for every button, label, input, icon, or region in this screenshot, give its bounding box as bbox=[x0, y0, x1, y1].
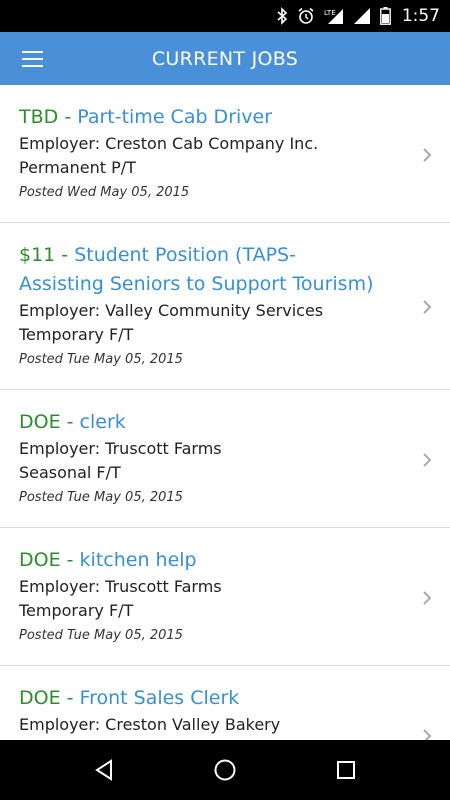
job-list-item[interactable]: DOE - Front Sales Clerk Employer: Cresto… bbox=[0, 666, 450, 740]
chevron-right-icon bbox=[423, 729, 432, 740]
job-separator: - bbox=[58, 106, 78, 128]
job-posted-date: Posted Tue May 05, 2015 bbox=[19, 490, 183, 505]
job-employer: Employer: Valley Community Services bbox=[19, 301, 324, 320]
job-employer: Employer: Truscott Farms bbox=[19, 577, 222, 596]
hamburger-icon-line bbox=[22, 51, 43, 53]
chevron-right-icon bbox=[423, 453, 432, 467]
lte-signal-icon: LTE bbox=[324, 7, 344, 25]
job-pay: DOE bbox=[19, 411, 61, 433]
job-pay: DOE bbox=[19, 687, 61, 709]
signal-icon bbox=[353, 7, 371, 25]
job-employer: Employer: Creston Valley Bakery bbox=[19, 715, 281, 734]
app-bar: CURRENT JOBS bbox=[0, 32, 450, 85]
status-bar: LTE 1:57 bbox=[0, 0, 450, 32]
job-title-text: kitchen help bbox=[79, 549, 197, 571]
job-list: TBD - Part-time Cab Driver Employer: Cre… bbox=[0, 85, 450, 740]
chevron-right-icon bbox=[423, 148, 432, 162]
job-type: Temporary F/T bbox=[19, 601, 134, 620]
job-title-text: Part-time Cab Driver bbox=[77, 106, 273, 128]
job-title: TBD - Part-time Cab Driver bbox=[19, 103, 400, 132]
hamburger-icon-line bbox=[22, 65, 43, 67]
job-list-item[interactable]: TBD - Part-time Cab Driver Employer: Cre… bbox=[0, 85, 450, 223]
battery-icon bbox=[379, 7, 391, 25]
job-employer: Employer: Creston Cab Company Inc. bbox=[19, 134, 319, 153]
job-title: DOE - clerk bbox=[19, 408, 400, 437]
job-title-text: Front Sales Clerk bbox=[79, 687, 240, 709]
recents-button[interactable] bbox=[316, 740, 376, 800]
job-title: DOE - kitchen help bbox=[19, 546, 400, 575]
chevron-right-icon bbox=[423, 300, 432, 314]
job-separator: - bbox=[60, 687, 80, 709]
job-separator: - bbox=[60, 549, 80, 571]
recents-icon bbox=[336, 761, 355, 779]
home-icon bbox=[214, 759, 236, 781]
job-title-text-line2: Assisting Seniors to Support Tourism) bbox=[19, 273, 374, 295]
status-time: 1:57 bbox=[401, 6, 440, 26]
bluetooth-icon bbox=[276, 7, 288, 25]
job-title-text: clerk bbox=[79, 411, 126, 433]
back-button[interactable] bbox=[74, 740, 134, 800]
lte-label: LTE bbox=[324, 9, 336, 17]
hamburger-icon-line bbox=[22, 58, 43, 60]
job-list-item[interactable]: $11 - Student Position (TAPS- Assisting S… bbox=[0, 223, 450, 390]
system-nav-bar bbox=[0, 740, 450, 800]
job-list-item[interactable]: DOE - kitchen help Employer: Truscott Fa… bbox=[0, 528, 450, 666]
job-separator: - bbox=[55, 244, 75, 266]
home-button[interactable] bbox=[195, 740, 255, 800]
job-title: DOE - Front Sales Clerk bbox=[19, 684, 400, 713]
chevron-right-icon bbox=[423, 591, 432, 605]
job-posted-date: Posted Tue May 05, 2015 bbox=[19, 352, 183, 367]
job-title: $11 - Student Position (TAPS- Assisting S… bbox=[19, 241, 400, 299]
job-posted-date: Posted Wed May 05, 2015 bbox=[19, 185, 190, 200]
menu-button[interactable] bbox=[22, 46, 52, 72]
job-employer: Employer: Truscott Farms bbox=[19, 439, 222, 458]
alarm-icon bbox=[297, 7, 315, 25]
job-list-item[interactable]: DOE - clerk Employer: Truscott Farms Sea… bbox=[0, 390, 450, 528]
job-posted-date: Posted Tue May 05, 2015 bbox=[19, 628, 183, 643]
job-type: Permanent P/T bbox=[19, 158, 136, 177]
job-pay: TBD bbox=[19, 106, 59, 128]
job-pay: $11 bbox=[19, 244, 56, 266]
page-title: CURRENT JOBS bbox=[151, 47, 299, 70]
job-separator: - bbox=[60, 411, 80, 433]
job-type: Seasonal F/T bbox=[19, 463, 121, 482]
job-title-text: Student Position (TAPS- bbox=[74, 244, 296, 266]
back-icon bbox=[95, 759, 113, 781]
job-type: Temporary F/T bbox=[19, 325, 134, 344]
job-pay: DOE bbox=[19, 549, 61, 571]
